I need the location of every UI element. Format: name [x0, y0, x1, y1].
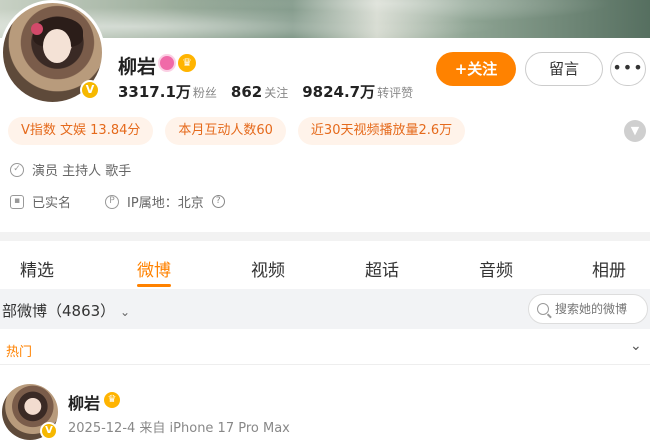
info-realname-ip: ▪ 已实名 P IP属地：北京 ?	[10, 192, 225, 211]
more-button[interactable]: •••	[610, 52, 646, 86]
profile-tabs: 精选 微博 视频 超话 音频 相册	[0, 242, 650, 288]
follow-button[interactable]: +关注	[436, 52, 516, 86]
search-input[interactable]	[555, 302, 645, 316]
filter-dropdown[interactable]: 部微博（4863） ⌄	[2, 300, 130, 321]
hot-label[interactable]: 热门	[6, 341, 32, 360]
info-roles: ✓ 演员 主持人 歌手	[10, 160, 131, 179]
post-meta: 2025-12-4 来自 iPhone 17 Pro Max	[68, 421, 290, 436]
crown-icon: ♛	[104, 392, 120, 408]
profile-name: 柳岩	[118, 56, 157, 78]
tag-video-plays[interactable]: 近30天视频播放量2.6万	[297, 117, 466, 145]
post-author[interactable]: 柳岩	[68, 390, 100, 414]
chevron-down-icon[interactable]: ▼	[624, 120, 646, 142]
tab-album[interactable]: 相册	[592, 256, 626, 281]
search-icon	[537, 303, 549, 315]
tab-featured[interactable]: 精选	[20, 256, 54, 281]
verified-badge-icon: V	[80, 80, 100, 100]
tag-interactions[interactable]: 本月互动人数60	[165, 117, 286, 145]
divider-line	[0, 364, 650, 365]
search-box[interactable]	[528, 294, 648, 324]
tag-list: V指数 文娱 13.84分 本月互动人数60 近30天视频播放量2.6万	[8, 117, 466, 145]
tab-active-indicator	[137, 284, 171, 287]
verified-badge-icon: V	[40, 422, 58, 440]
member-icon[interactable]	[158, 54, 176, 72]
crown-icon[interactable]: ♛	[178, 54, 196, 72]
tab-supertopic[interactable]: 超话	[365, 256, 399, 281]
tab-weibo[interactable]: 微博	[137, 256, 171, 281]
shield-icon: ✓	[10, 162, 24, 177]
tab-audio[interactable]: 音频	[479, 256, 513, 281]
profile-page: V 柳岩 ♛ 3317.1万 粉丝 862 关注 9824.7万 转评赞 +关注 留言…	[0, 0, 650, 442]
stat-likes: 9824.7万 转评赞	[302, 83, 414, 101]
section-divider	[0, 232, 650, 241]
chevron-down-icon[interactable]: ⌄	[630, 338, 642, 354]
id-card-icon: ▪	[10, 194, 24, 209]
tab-video[interactable]: 视频	[251, 256, 285, 281]
location-icon: P	[105, 194, 120, 209]
chevron-down-icon: ⌄	[119, 305, 131, 319]
help-icon[interactable]: ?	[211, 195, 225, 208]
stat-following[interactable]: 862 关注	[231, 82, 288, 101]
profile-stats: 3317.1万 粉丝 862 关注 9824.7万 转评赞	[118, 81, 413, 102]
tag-v-index[interactable]: V指数 文娱 13.84分	[8, 117, 154, 145]
stat-followers[interactable]: 3317.1万 粉丝	[118, 81, 217, 102]
message-button[interactable]: 留言	[525, 52, 603, 86]
